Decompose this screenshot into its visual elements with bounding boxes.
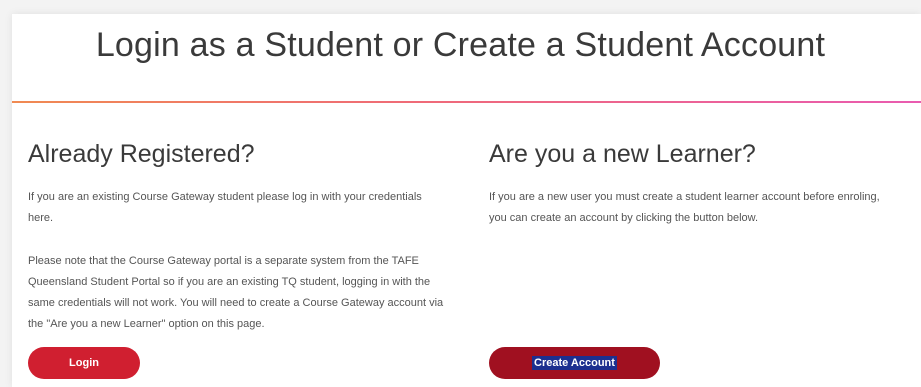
existing-student-text: If you are an existing Course Gateway st… <box>28 191 422 224</box>
new-learner-heading: Are you a new Learner? <box>489 140 756 168</box>
create-account-button-label: Create Account <box>532 356 617 370</box>
new-learner-section: Are you a new Learner? If you are a new … <box>489 140 889 251</box>
create-account-button[interactable]: Create Account <box>489 347 660 379</box>
gradient-divider <box>12 101 921 103</box>
already-registered-heading: Already Registered? <box>28 140 255 168</box>
portal-note-text: Please note that the Course Gateway port… <box>28 255 444 330</box>
login-button-label: Login <box>69 357 99 369</box>
page-title: Login as a Student or Create a Student A… <box>95 26 826 64</box>
login-button[interactable]: Login <box>28 347 140 379</box>
already-registered-section: Already Registered? If you are an existi… <box>28 140 448 357</box>
new-user-text: If you are a new user you must create a … <box>489 191 880 224</box>
